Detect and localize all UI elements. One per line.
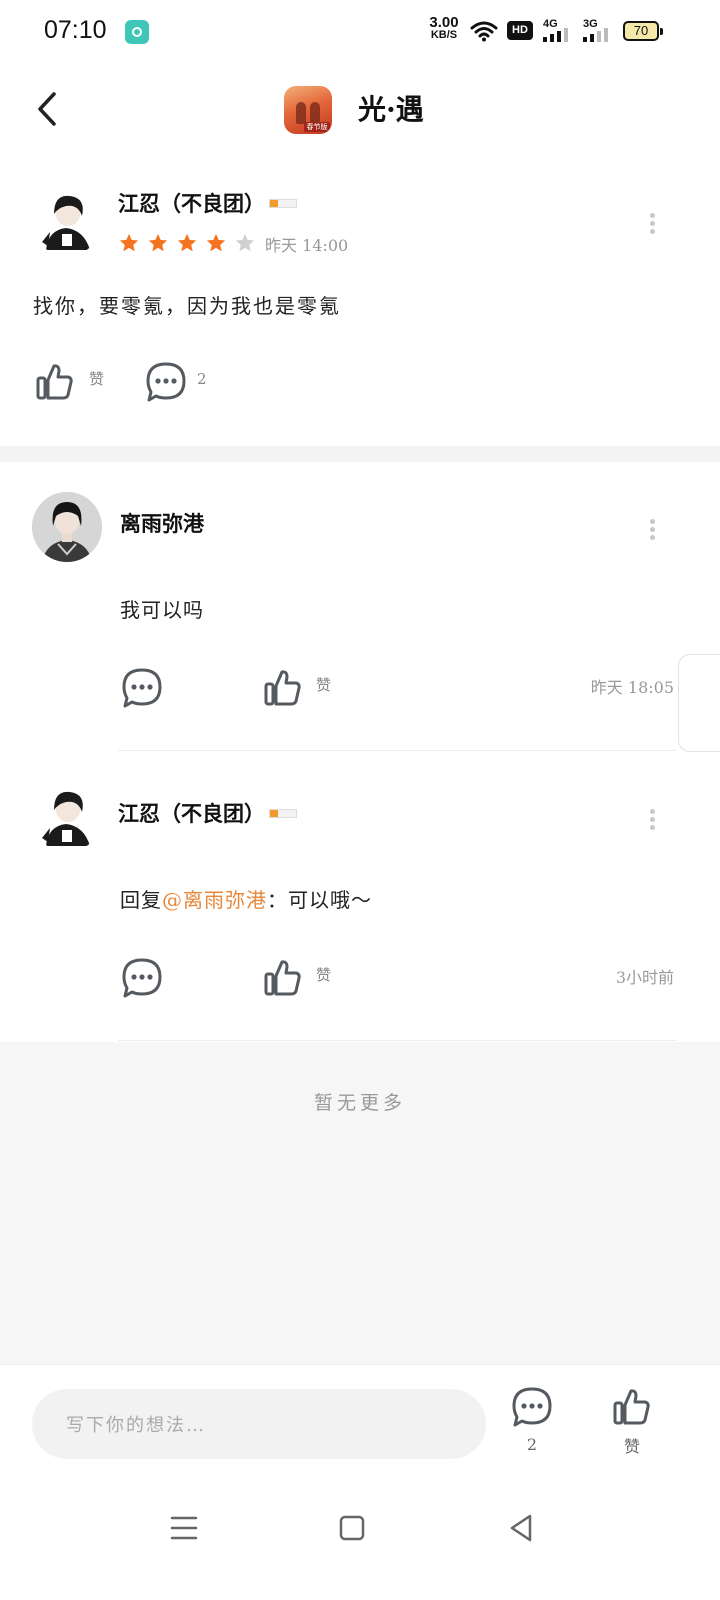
- like-label: 赞: [316, 676, 332, 694]
- post-username[interactable]: 江忍（不良团）: [118, 188, 297, 218]
- like-icon[interactable]: [262, 666, 304, 708]
- list-end-area: 暂无更多: [0, 1042, 720, 1364]
- back-nav-icon[interactable]: [502, 1508, 542, 1548]
- status-time: 07:10: [44, 16, 107, 44]
- comment-text: 我可以吗: [120, 598, 204, 622]
- app-notification-icon: [125, 20, 149, 44]
- battery-indicator: 70: [623, 21, 663, 41]
- section-divider: [0, 446, 720, 462]
- no-more-text: 暂无更多: [313, 1092, 406, 1114]
- star-filled-icon: [178, 233, 197, 252]
- comment-divider: [118, 1040, 676, 1041]
- like-icon: [613, 1389, 650, 1425]
- like-label: 赞: [89, 370, 105, 388]
- wifi-icon: [470, 21, 498, 42]
- comment-text: 回复@离雨弥港：可以哦～: [120, 884, 372, 913]
- like-icon[interactable]: [34, 360, 76, 402]
- reply-prefix: 回复: [120, 888, 162, 912]
- avatar[interactable]: [32, 492, 102, 562]
- page-title: 光·遇: [358, 93, 424, 126]
- like-icon[interactable]: [262, 956, 304, 998]
- comment-username[interactable]: 江忍（不良团）: [118, 798, 297, 828]
- reply-text: ：可以哦～: [267, 888, 372, 912]
- game-icon[interactable]: 春节版: [284, 86, 332, 134]
- back-button[interactable]: [26, 84, 70, 134]
- comment-count: 2: [197, 370, 207, 388]
- mention-link[interactable]: @离雨弥港: [162, 888, 267, 912]
- star-filled-icon: [119, 233, 139, 252]
- cigarette-emoji-icon: [269, 809, 297, 818]
- more-options-icon[interactable]: [642, 210, 662, 240]
- like-label: 赞: [316, 966, 332, 984]
- bottom-action-bar: 写下你的想法… 2 赞: [0, 1364, 720, 1476]
- star-empty-icon: [236, 233, 255, 252]
- comment-icon: [512, 1387, 552, 1427]
- avatar[interactable]: [32, 186, 102, 256]
- home-icon[interactable]: [332, 1508, 372, 1548]
- comment-item: 江忍（不良团） 回复@离雨弥港：可以哦～ 赞 3小时前: [0, 752, 720, 1042]
- menu-icon[interactable]: [164, 1508, 204, 1548]
- network-speed: 3.00 KB/S: [424, 14, 464, 41]
- comment-icon[interactable]: [144, 360, 188, 404]
- post-content: 找你，要零氪，因为我也是零氪: [33, 294, 341, 318]
- hd-voice-badge: HD: [507, 21, 533, 40]
- more-options-icon[interactable]: [642, 806, 662, 836]
- star-rating: [118, 232, 258, 258]
- comment-input-placeholder: 写下你的想法…: [66, 1415, 206, 1436]
- like-label: 赞: [623, 1437, 640, 1456]
- main-post: 江忍（不良团） 昨天 14:00 找你，要零氪，因为我也是零氪 赞 2: [0, 170, 720, 446]
- comment-input[interactable]: 写下你的想法…: [32, 1389, 486, 1459]
- reply-icon[interactable]: [120, 956, 164, 1000]
- status-bar: 07:10 3.00 KB/S HD 4G 3G 70: [0, 0, 720, 64]
- comment-item: 离雨弥港 我可以吗 赞 昨天 18:05: [0, 462, 720, 752]
- side-drawer-handle[interactable]: [678, 654, 720, 752]
- comment-username[interactable]: 离雨弥港: [120, 508, 204, 538]
- star-filled-icon: [207, 233, 226, 252]
- comment-time: 昨天 18:05: [590, 678, 674, 697]
- network-speed-value: 3.00: [429, 14, 459, 31]
- more-options-icon[interactable]: [642, 516, 662, 546]
- comment-button[interactable]: 2: [502, 1385, 562, 1454]
- post-time: 昨天 14:00: [265, 236, 349, 255]
- avatar[interactable]: [32, 782, 102, 852]
- reply-icon[interactable]: [120, 666, 164, 710]
- comment-divider: [118, 750, 676, 751]
- game-icon-tag: 春节版: [304, 122, 330, 132]
- header: 春节版 光·遇: [0, 70, 720, 150]
- star-filled-icon: [148, 233, 168, 252]
- comment-time: 3小时前: [615, 968, 674, 987]
- comment-count: 2: [526, 1435, 538, 1454]
- system-nav-bar: [0, 1476, 720, 1600]
- post-username-text: 江忍（不良团）: [118, 191, 265, 216]
- cigarette-emoji-icon: [269, 199, 297, 208]
- comment-username-text: 江忍（不良团）: [118, 801, 265, 826]
- like-button[interactable]: 赞: [602, 1385, 662, 1457]
